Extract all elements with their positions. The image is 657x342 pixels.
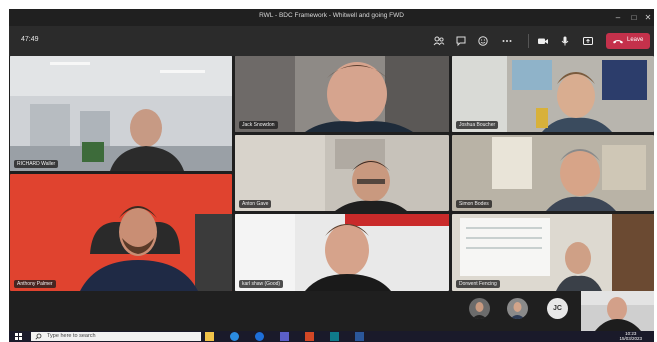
phone-icon (613, 40, 623, 44)
participant-initials-avatar[interactable]: JC (547, 298, 568, 319)
participant-video (10, 174, 232, 291)
video-tile[interactable]: Jack Snowdon (235, 56, 449, 132)
participant-strip: JC (9, 291, 654, 331)
taskbar-search-input[interactable]: Type here to search (31, 332, 201, 341)
close-icon[interactable]: ✕ (640, 11, 654, 24)
minimize-icon[interactable]: – (610, 11, 626, 24)
file-explorer-icon[interactable] (205, 332, 214, 341)
teams-icon[interactable] (280, 332, 289, 341)
react-icon[interactable] (477, 35, 489, 47)
video-tile[interactable]: Anthony Palmer (10, 174, 232, 291)
app-icon[interactable] (330, 332, 339, 341)
video-tile[interactable]: Simon Bodes (452, 135, 654, 211)
video-tile[interactable]: RICHARD Waller (10, 56, 232, 171)
more-icon[interactable] (501, 35, 513, 47)
browser-icon[interactable] (255, 332, 264, 341)
powerpoint-icon[interactable] (305, 332, 314, 341)
windows-taskbar: Type here to search 10:23 15/03/2023 (9, 331, 654, 342)
meeting-toolbar: 47:49 Leave (9, 26, 654, 56)
participant-thumbnail[interactable] (469, 298, 490, 319)
participant-thumbnail[interactable] (507, 298, 528, 319)
participant-name: karl shaw (Good) (239, 280, 284, 288)
participant-name: Anton Gave (239, 200, 272, 208)
people-icon[interactable] (433, 35, 445, 47)
share-icon[interactable] (582, 35, 594, 47)
windows-start-icon[interactable] (15, 333, 22, 340)
video-tile[interactable]: Anton Gave (235, 135, 449, 211)
search-icon (35, 333, 42, 340)
video-tile[interactable]: Joshua Boucher (452, 56, 654, 132)
search-placeholder: Type here to search (47, 333, 96, 339)
video-grid: RICHARD Waller Jack Snowdon Joshua Bouch… (9, 56, 654, 291)
title-bar: RWL - BDC Framework - Whitwell and going… (9, 9, 654, 26)
participant-name: RICHARD Waller (14, 160, 59, 168)
participant-name: Joshua Boucher (456, 121, 499, 129)
self-view (581, 291, 654, 331)
leave-button[interactable]: Leave (606, 33, 650, 49)
leave-label: Leave (627, 37, 644, 43)
meeting-timer: 47:49 (21, 36, 39, 43)
teams-window: RWL - BDC Framework - Whitwell and going… (9, 9, 654, 342)
mic-icon[interactable] (559, 35, 571, 47)
toolbar-divider (528, 34, 529, 48)
window-title: RWL - BDC Framework - Whitwell and going… (259, 12, 404, 19)
taskbar-clock[interactable]: 10:23 15/03/2023 (619, 331, 642, 341)
chat-icon[interactable] (455, 35, 467, 47)
video-tile[interactable]: Dorwent Fencing (452, 214, 654, 291)
word-icon[interactable] (355, 332, 364, 341)
participant-name: Anthony Palmer (14, 280, 56, 288)
participant-name: Simon Bodes (456, 200, 492, 208)
camera-icon[interactable] (537, 35, 549, 47)
participant-name: Dorwent Fencing (456, 280, 500, 288)
participant-video (10, 56, 232, 171)
participant-name: Jack Snowdon (239, 121, 278, 129)
video-tile[interactable]: karl shaw (Good) (235, 214, 449, 291)
clock-date: 15/03/2023 (619, 336, 642, 341)
edge-icon[interactable] (230, 332, 239, 341)
